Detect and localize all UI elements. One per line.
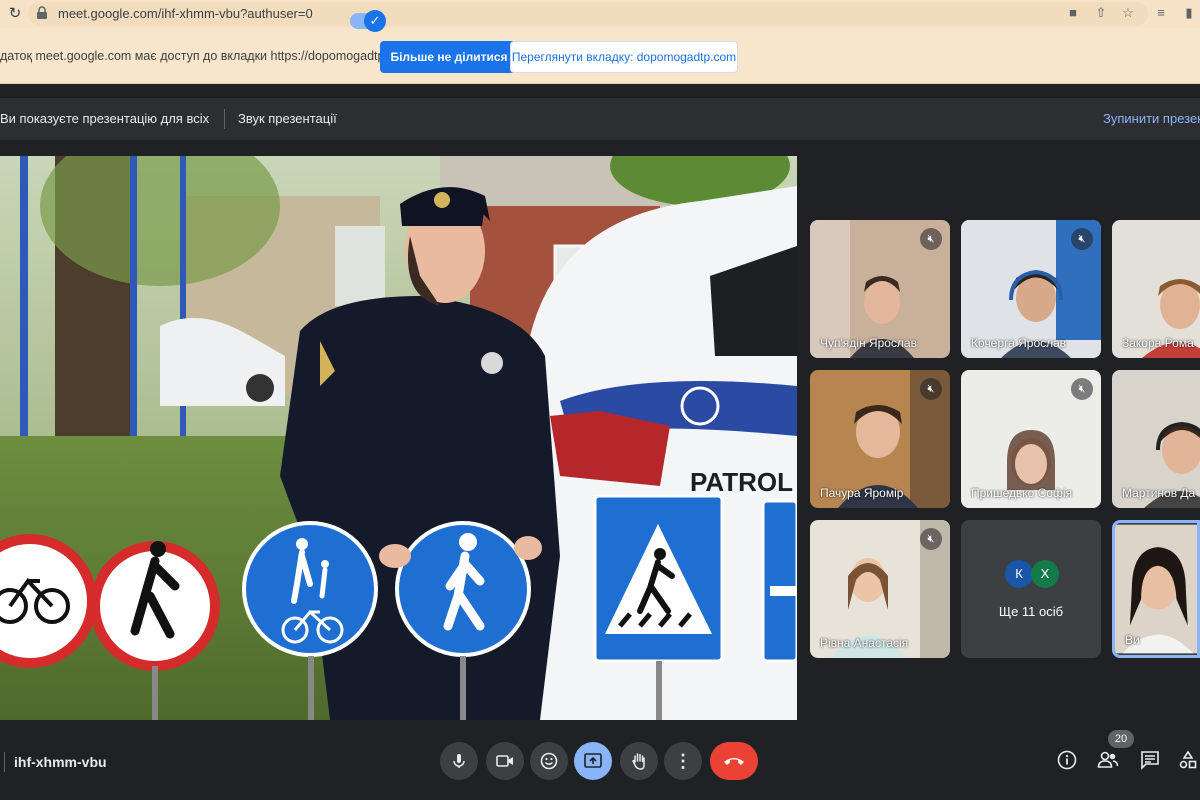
sidebar-icon[interactable]: ▮ <box>1180 4 1198 22</box>
more-participants-tile[interactable]: К Х Ще 11 осіб <box>961 520 1101 658</box>
presentation-scene: 102 PATROL <box>0 156 797 720</box>
more-options-button[interactable]: ⋮ <box>664 742 702 780</box>
chat-button[interactable] <box>1138 750 1162 774</box>
participant-tile[interactable]: 🔇︎ Кочерга Ярослав <box>961 220 1101 358</box>
meeting-code: ihf-xhmm-vbu <box>14 754 107 770</box>
divider <box>4 752 5 772</box>
participant-tile[interactable]: Мартинов Да <box>1112 370 1200 508</box>
presenting-bar: Ви показуєте презентацію для всіх Звук п… <box>0 98 1200 140</box>
participant-tile[interactable]: 🔇︎ Рівна Анастасія <box>810 520 950 658</box>
info-icon <box>1057 750 1077 770</box>
car-patrol-text: PATROL <box>690 467 793 497</box>
participant-name: Ви <box>1125 633 1140 647</box>
car-number-text: 102 <box>722 386 782 427</box>
raise-hand-button[interactable] <box>620 742 658 780</box>
more-participants-label: Ще 11 осіб <box>998 604 1064 619</box>
mic-off-icon: 🔇︎ <box>920 378 942 400</box>
view-tab-button[interactable]: Переглянути вкладку: dopomogadtp.com <box>510 41 738 73</box>
presenting-status: Ви показуєте презентацію для всіх <box>0 111 210 126</box>
check-icon[interactable]: ✓ <box>364 10 386 32</box>
mic-off-icon: 🔇︎ <box>1071 378 1093 400</box>
mic-off-icon: 🔇︎ <box>920 228 942 250</box>
mic-off-icon: 🔇︎ <box>1071 228 1093 250</box>
activities-icon <box>1179 750 1197 769</box>
participant-name: Пришедько Софія <box>971 486 1073 500</box>
share-icon[interactable]: ⇧ <box>1092 4 1110 22</box>
tab-sharing-infobar: датоқ meet.google.com має доступ до вкла… <box>0 28 1200 84</box>
meeting-details-button[interactable] <box>1055 750 1079 774</box>
emoji-icon <box>540 752 558 770</box>
chat-icon <box>1141 751 1159 770</box>
participant-name: Кочерга Ярослав <box>971 336 1067 350</box>
end-call-icon <box>724 757 744 765</box>
leave-call-button[interactable] <box>710 742 758 780</box>
people-button[interactable] <box>1096 750 1120 774</box>
stop-presenting-link[interactable]: Зупинити презен <box>1103 111 1200 126</box>
camera-button[interactable] <box>486 742 524 780</box>
hand-icon <box>632 753 645 770</box>
presentation-video: 102 PATROL <box>0 156 797 720</box>
browser-toolbar: ↻ meet.google.com/ihf-xhmm-vbu?authuser=… <box>0 0 1200 28</box>
self-view-tile[interactable]: Ви <box>1112 520 1200 658</box>
participant-name: Мартинов Да <box>1122 486 1196 500</box>
participant-name: Чуп'ядін Ярослав <box>820 336 917 350</box>
participant-count-badge: 20 <box>1108 730 1134 748</box>
present-screen-button[interactable] <box>574 742 612 780</box>
activities-button[interactable] <box>1176 750 1200 774</box>
presentation-audio-label: Звук презентації <box>238 111 337 126</box>
participant-name: Пачура Яромір <box>820 486 904 500</box>
participant-name: Рівна Анастасія <box>820 636 909 650</box>
site-info-icon[interactable] <box>36 6 48 20</box>
participant-tile[interactable]: 🔇︎ Пришедько Софія <box>961 370 1101 508</box>
reading-list-icon[interactable]: ≡ <box>1152 4 1170 22</box>
people-icon <box>1097 751 1119 768</box>
participant-tile[interactable]: 🔇︎ Пачура Яромір <box>810 370 950 508</box>
participant-tile[interactable]: Закора Рома <box>1112 220 1200 358</box>
avatar: К <box>1005 560 1033 588</box>
sharing-message: датоқ meet.google.com має доступ до вкла… <box>0 49 412 63</box>
reload-icon[interactable]: ↻ <box>6 5 24 23</box>
spacer <box>0 84 1200 98</box>
participant-name: Закора Рома <box>1122 336 1194 350</box>
participant-tile[interactable]: 🔇︎ Чуп'ядін Ярослав <box>810 220 950 358</box>
more-vert-icon: ⋮ <box>674 751 692 771</box>
url-text[interactable]: meet.google.com/ihf-xhmm-vbu?authuser=0 <box>58 6 313 21</box>
video-camera-icon <box>496 754 513 767</box>
avatar: Х <box>1031 560 1059 588</box>
reactions-button[interactable] <box>530 742 568 780</box>
divider <box>224 109 225 129</box>
present-screen-icon <box>584 752 602 768</box>
microphone-button[interactable] <box>440 742 478 780</box>
camera-icon[interactable]: ■ <box>1064 4 1082 22</box>
microphone-icon <box>453 753 465 768</box>
bookmark-star-icon[interactable]: ☆ <box>1119 4 1137 22</box>
mic-off-icon: 🔇︎ <box>920 528 942 550</box>
stop-sharing-button[interactable]: Більше не ділитися <box>380 41 518 73</box>
